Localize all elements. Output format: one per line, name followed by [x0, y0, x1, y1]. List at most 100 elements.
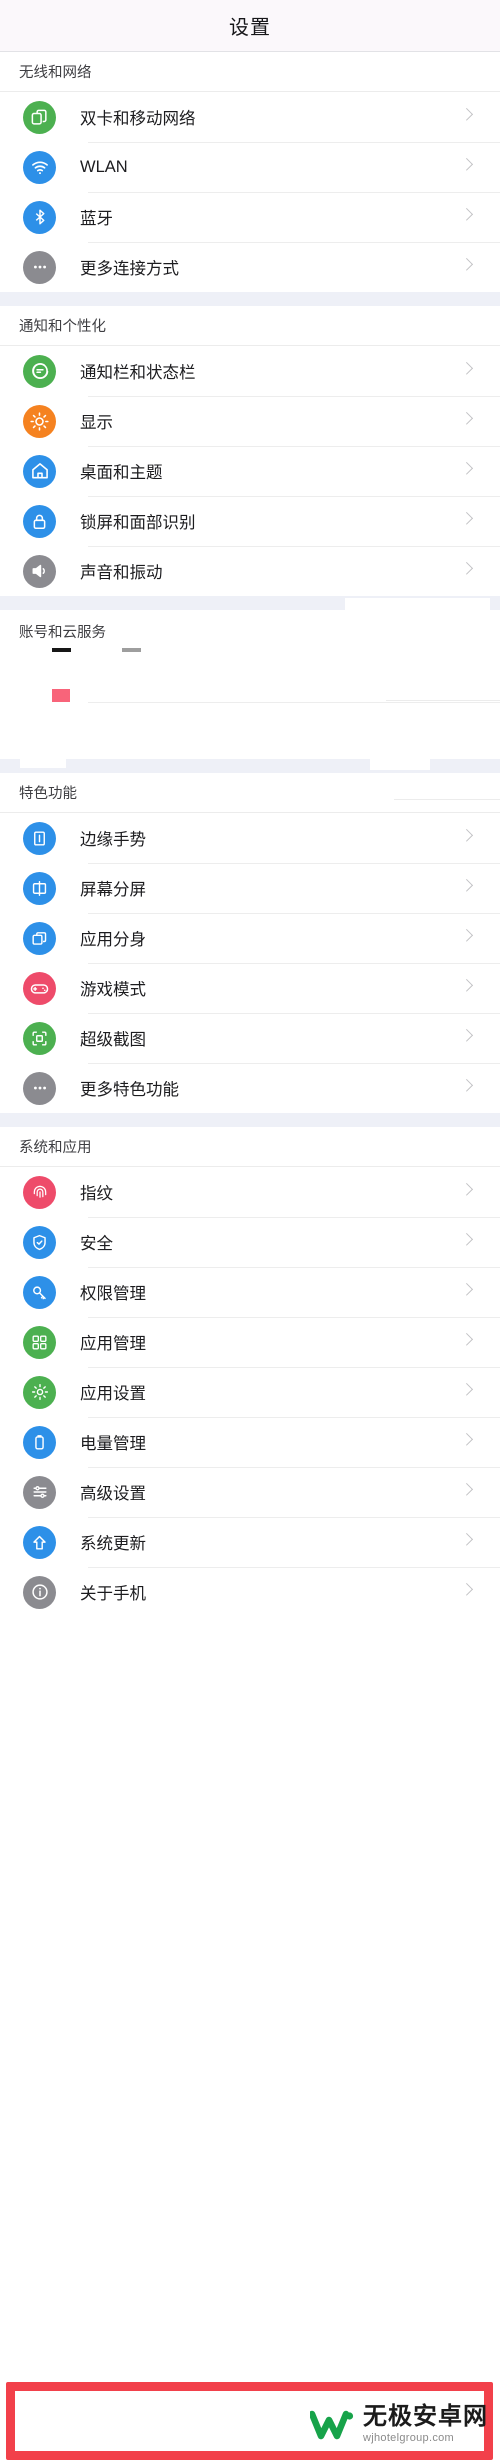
- setting-row-lockscreen-face-recognition[interactable]: 锁屏和面部识别: [0, 496, 500, 546]
- setting-row-more-features[interactable]: 更多特色功能: [0, 1063, 500, 1113]
- gamepad-icon: [23, 971, 56, 1005]
- setting-row-advanced-settings[interactable]: 高级设置: [0, 1467, 500, 1517]
- setting-label: 超级截图: [80, 1031, 146, 1049]
- section-title: 系统和应用: [19, 1140, 92, 1156]
- chevron-right-icon: [460, 1517, 486, 1567]
- page-title: 设置: [229, 17, 271, 39]
- chevron-right-icon: [460, 1013, 486, 1063]
- more-dots-icon: [23, 250, 56, 284]
- setting-row-about-phone[interactable]: 关于手机: [0, 1567, 500, 1617]
- sim-cards-icon: [23, 100, 56, 134]
- section-title: 特色功能: [19, 786, 77, 802]
- setting-label: 系统更新: [80, 1535, 146, 1553]
- chevron-right-icon: [460, 1317, 486, 1367]
- screenshot-icon: [23, 1021, 56, 1055]
- group-system-apps: 指纹 安全 权限管理 应用管理 应用设置 电量管理 高级设置 系统更新 关于手机: [0, 1167, 500, 1617]
- chevron-right-icon: [460, 142, 486, 192]
- setting-row-fingerprint[interactable]: 指纹: [0, 1167, 500, 1217]
- watermark-text: 无极安卓网 wjhotelgroup.com: [363, 2405, 488, 2444]
- chevron-right-icon: [460, 1467, 486, 1517]
- section-divider: [0, 759, 500, 773]
- setting-row-wlan[interactable]: WLAN: [0, 142, 500, 192]
- glitch-artifact-white: [386, 700, 500, 701]
- update-arrow-up-icon: [23, 1525, 56, 1559]
- section-header-feature-functions: 特色功能: [0, 773, 500, 813]
- home-house-icon: [23, 454, 56, 488]
- setting-row-system-update[interactable]: 系统更新: [0, 1517, 500, 1567]
- setting-label: 锁屏和面部识别: [80, 514, 196, 532]
- chat-bubble-icon: [23, 354, 56, 388]
- section-account-cloud: 账号和云服务: [0, 598, 500, 860]
- setting-row-app-settings[interactable]: 应用设置: [0, 1367, 500, 1417]
- battery-icon: [23, 1425, 56, 1459]
- setting-row-sound-vibration[interactable]: 声音和振动: [0, 546, 500, 596]
- brightness-sun-icon: [23, 404, 56, 438]
- key-permission-icon: [23, 1275, 56, 1309]
- glitch-artifact-white: [370, 759, 430, 770]
- setting-row-security[interactable]: 安全: [0, 1217, 500, 1267]
- account-row-corrupted-2[interactable]: [0, 702, 500, 860]
- chevron-right-icon: [460, 1217, 486, 1267]
- app-titlebar: 设置: [0, 0, 500, 52]
- account-row-corrupted-1[interactable]: [0, 652, 500, 740]
- gear-settings-icon: [23, 1375, 56, 1409]
- watermark-url: wjhotelgroup.com: [363, 2432, 455, 2444]
- group-feature-functions: 边缘手势 屏幕分屏 应用分身 游戏模式 超级截图 更多特色功能: [0, 813, 500, 1113]
- setting-row-permission-management[interactable]: 权限管理: [0, 1267, 500, 1317]
- chevron-right-icon: [460, 1063, 486, 1113]
- setting-label: 桌面和主题: [80, 464, 163, 482]
- setting-label: 权限管理: [80, 1285, 146, 1303]
- shield-icon: [23, 1225, 56, 1259]
- setting-row-bluetooth[interactable]: 蓝牙: [0, 192, 500, 242]
- setting-row-split-screen[interactable]: 屏幕分屏: [0, 863, 500, 913]
- setting-row-notification-status-bar[interactable]: 通知栏和状态栏: [0, 346, 500, 396]
- setting-label: 蓝牙: [80, 210, 113, 228]
- glitch-artifact-white: [394, 799, 500, 800]
- setting-label: 更多特色功能: [80, 1081, 179, 1099]
- setting-label: 屏幕分屏: [80, 881, 146, 899]
- chevron-right-icon: [460, 92, 486, 142]
- setting-row-desktop-theme[interactable]: 桌面和主题: [0, 446, 500, 496]
- more-dots-icon: [23, 1071, 56, 1105]
- speaker-volume-icon: [23, 554, 56, 588]
- setting-row-edge-gesture[interactable]: 边缘手势: [0, 813, 500, 863]
- setting-row-super-screenshot[interactable]: 超级截图: [0, 1013, 500, 1063]
- chevron-right-icon: [460, 192, 486, 242]
- setting-row-dual-sim-mobile-network[interactable]: 双卡和移动网络: [0, 92, 500, 142]
- apps-grid-icon: [23, 1325, 56, 1359]
- chevron-right-icon: [460, 242, 486, 292]
- setting-row-display[interactable]: 显示: [0, 396, 500, 446]
- section-header-account-cloud: 账号和云服务: [0, 610, 500, 652]
- setting-row-more-connections[interactable]: 更多连接方式: [0, 242, 500, 292]
- chevron-right-icon: [460, 913, 486, 963]
- setting-row-app-clone[interactable]: 应用分身: [0, 913, 500, 963]
- section-divider: [0, 1113, 500, 1127]
- setting-row-game-mode[interactable]: 游戏模式: [0, 963, 500, 1013]
- chevron-right-icon: [460, 963, 486, 1013]
- edge-gesture-icon: [23, 821, 56, 855]
- chevron-right-icon: [460, 1167, 486, 1217]
- setting-label: 通知栏和状态栏: [80, 364, 196, 382]
- setting-label: 双卡和移动网络: [80, 110, 196, 128]
- section-title: 通知和个性化: [19, 319, 106, 335]
- section-title: 账号和云服务: [19, 624, 106, 641]
- group-notification-personalization: 通知栏和状态栏 显示 桌面和主题 锁屏和面部识别 声音和振动: [0, 346, 500, 596]
- split-screen-icon: [23, 871, 56, 905]
- setting-row-app-management[interactable]: 应用管理: [0, 1317, 500, 1367]
- setting-label: 应用设置: [80, 1385, 146, 1403]
- setting-label: 应用管理: [80, 1335, 146, 1353]
- watermark-brand: 无极安卓网: [363, 2403, 488, 2430]
- watermark-logo-icon: [310, 2410, 354, 2439]
- setting-row-battery-management[interactable]: 电量管理: [0, 1417, 500, 1467]
- section-title: 无线和网络: [19, 65, 92, 81]
- setting-label: 声音和振动: [80, 564, 163, 582]
- setting-label: 指纹: [80, 1185, 113, 1203]
- sliders-icon: [23, 1475, 56, 1509]
- chevron-right-icon: [460, 863, 486, 913]
- settings-screen: 设置 无线和网络 双卡和移动网络 WLAN 蓝牙 更多连接方式 通知和个性化 通…: [0, 0, 500, 2463]
- chevron-right-icon: [460, 1267, 486, 1317]
- setting-label: 更多连接方式: [80, 260, 179, 278]
- bluetooth-icon: [23, 200, 56, 234]
- chevron-right-icon: [460, 813, 486, 863]
- setting-label: 游戏模式: [80, 981, 146, 999]
